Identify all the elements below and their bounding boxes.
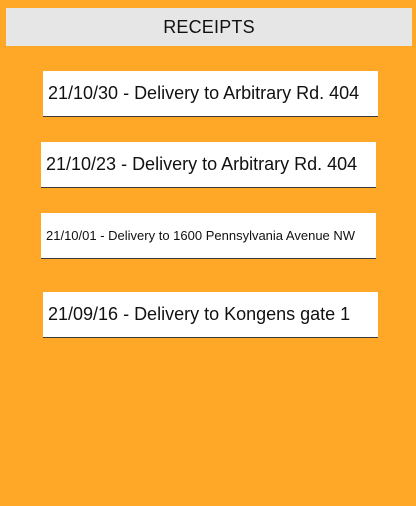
receipt-label: 21/09/16 - Delivery to Kongens gate 1	[48, 304, 351, 324]
header-bar: RECEIPTS	[6, 8, 412, 46]
page-title: RECEIPTS	[163, 16, 255, 37]
receipt-item[interactable]: 21/09/16 - Delivery to Kongens gate 1	[43, 292, 378, 338]
receipt-label: 21/10/01 - Delivery to 1600 Pennsylvania…	[46, 228, 356, 243]
receipt-item[interactable]: 21/10/01 - Delivery to 1600 Pennsylvania…	[41, 213, 376, 259]
receipt-item[interactable]: 21/10/23 - Delivery to Arbitrary Rd. 404	[41, 142, 376, 188]
receipt-label: 21/10/23 - Delivery to Arbitrary Rd. 404	[46, 154, 358, 174]
receipt-item[interactable]: 21/10/30 - Delivery to Arbitrary Rd. 404	[43, 71, 378, 117]
receipt-label: 21/10/30 - Delivery to Arbitrary Rd. 404	[48, 83, 360, 103]
